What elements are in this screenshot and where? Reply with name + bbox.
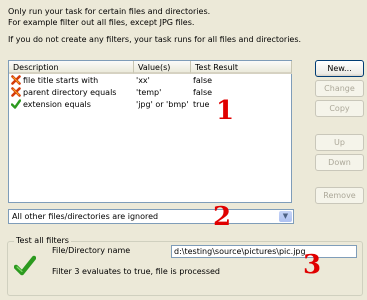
filter-description: extension equals bbox=[23, 100, 91, 109]
intro-line: For example filter out all files, except… bbox=[8, 18, 195, 27]
column-header-values[interactable]: Value(s) bbox=[134, 61, 191, 74]
list-item[interactable]: extension equals 'jpg' or 'bmp' or 'gif'… bbox=[9, 99, 291, 111]
cross-icon bbox=[11, 87, 21, 97]
column-header-description[interactable]: Description bbox=[9, 61, 134, 74]
change-button[interactable]: Change bbox=[315, 80, 364, 97]
test-result-text: Filter 3 evaluates to true, file is proc… bbox=[52, 267, 220, 276]
filter-result: true bbox=[193, 100, 210, 109]
check-icon bbox=[14, 255, 36, 276]
cross-icon bbox=[11, 75, 21, 85]
list-header: Description Value(s) Test Result bbox=[9, 61, 292, 74]
copy-button[interactable]: Copy bbox=[315, 100, 364, 117]
filter-value: 'temp' bbox=[136, 88, 162, 97]
filter-result: false bbox=[193, 76, 213, 85]
filter-description: file title starts with bbox=[23, 76, 99, 85]
filter-description: parent directory equals bbox=[23, 88, 117, 97]
up-button[interactable]: Up bbox=[315, 134, 364, 151]
list-item[interactable]: parent directory equals 'temp' false bbox=[9, 87, 291, 99]
new-button[interactable]: New... bbox=[315, 60, 364, 77]
filter-value: 'jpg' or 'bmp' or 'gif' bbox=[136, 100, 191, 109]
check-icon bbox=[11, 99, 21, 109]
filter-list[interactable]: Description Value(s) Test Result file ti… bbox=[8, 60, 292, 203]
other-files-dropdown[interactable]: All other files/directories are ignored … bbox=[8, 209, 294, 224]
group-title: Test all filters bbox=[14, 236, 71, 245]
intro-line: Only run your task for certain files and… bbox=[8, 7, 211, 16]
marker-1: 1 bbox=[216, 96, 235, 126]
dropdown-arrow-icon[interactable]: ▼ bbox=[279, 211, 292, 222]
remove-button[interactable]: Remove bbox=[315, 187, 364, 204]
intro-text: Only run your task for certain files and… bbox=[8, 6, 301, 45]
filter-value: 'xx' bbox=[136, 76, 150, 85]
intro-line: If you do not create any filters, your t… bbox=[8, 35, 302, 44]
path-label: File/Directory name bbox=[52, 246, 131, 255]
column-header-test-result[interactable]: Test Result bbox=[191, 61, 292, 74]
path-input[interactable]: d:\testing\source\pictures\pic.jpg bbox=[171, 245, 357, 258]
dropdown-value: All other files/directories are ignored bbox=[12, 212, 159, 221]
marker-2: 2 bbox=[213, 202, 232, 232]
marker-3: 3 bbox=[303, 250, 322, 280]
down-button[interactable]: Down bbox=[315, 154, 364, 171]
filter-result: false bbox=[193, 88, 213, 97]
list-item[interactable]: file title starts with 'xx' false bbox=[9, 75, 291, 87]
